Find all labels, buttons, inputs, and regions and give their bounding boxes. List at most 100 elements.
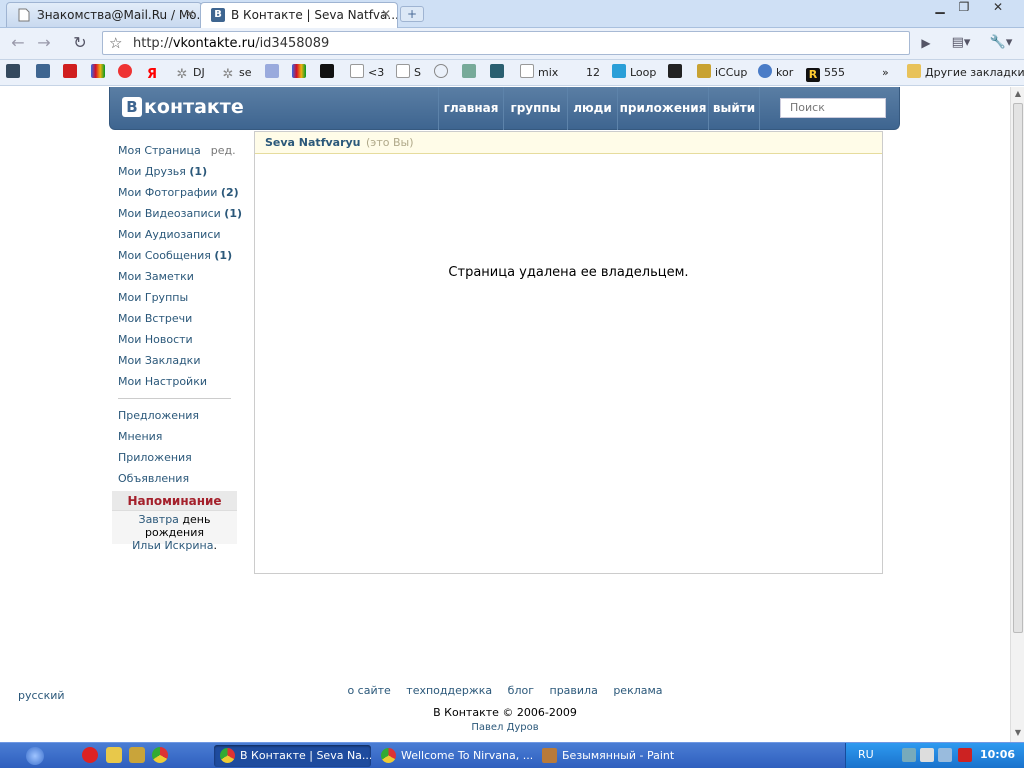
author-link[interactable]: Павел Дуров — [0, 722, 1010, 733]
menu-opinions[interactable]: Мнения — [118, 426, 238, 447]
menu-groups[interactable]: Мои Группы — [118, 287, 238, 308]
reminder-text: Завтра день рождения Ильи Искрина. — [112, 511, 237, 552]
scrollbar-thumb[interactable] — [1013, 103, 1023, 633]
language-link[interactable]: русский — [18, 689, 65, 702]
bookmark-item[interactable] — [36, 64, 54, 82]
go-button[interactable]: ▶ — [914, 32, 938, 54]
url-scheme: http:// — [133, 36, 173, 51]
copyright-text: В Контакте © 2006-2009 — [433, 706, 577, 719]
bookmark-item[interactable]: S — [396, 64, 421, 82]
bookmark-item[interactable] — [320, 64, 338, 82]
nav-groups[interactable]: группы — [503, 87, 567, 130]
search-input[interactable]: Поиск — [780, 98, 886, 118]
scroll-up-icon[interactable]: ▲ — [1013, 89, 1023, 101]
menu-events[interactable]: Мои Встречи — [118, 308, 238, 329]
speaker-icon[interactable] — [920, 748, 934, 762]
bookmark-item[interactable] — [6, 64, 24, 82]
bookmark-item[interactable] — [118, 64, 136, 82]
menu-notes[interactable]: Мои Заметки — [118, 266, 238, 287]
site-logo[interactable]: Вконтакте — [122, 96, 244, 120]
footer-link-rules[interactable]: правила — [550, 684, 598, 697]
torch-icon — [697, 64, 711, 78]
bookmark-item[interactable]: kor — [758, 64, 793, 82]
footer-link-blog[interactable]: блог — [508, 684, 534, 697]
menu-offers[interactable]: Предложения — [118, 405, 238, 426]
bookmark-item[interactable] — [462, 64, 480, 82]
menu-bookmarks[interactable]: Мои Закладки — [118, 350, 238, 371]
menu-messages[interactable]: Мои Сообщения (1) — [118, 245, 238, 266]
tab-vkontakte[interactable]: B В Контакте | Seva Natfva... ✕ — [200, 2, 398, 28]
bookmark-item[interactable]: R 555 — [806, 64, 845, 82]
footer-link-about[interactable]: о сайте — [347, 684, 390, 697]
security-icon[interactable] — [958, 748, 972, 762]
edit-link[interactable]: ред. — [211, 144, 236, 157]
menu-my-page[interactable]: Моя Страница ред. — [118, 140, 238, 161]
chrome-icon[interactable] — [152, 747, 168, 763]
forward-button[interactable]: → — [32, 32, 56, 54]
bookmark-item[interactable]: ✲ DJ — [175, 64, 205, 82]
menu-applications[interactable]: Приложения — [118, 447, 238, 468]
bookmark-item[interactable]: 12 — [586, 64, 600, 82]
bookmark-item[interactable]: Я — [145, 64, 163, 82]
star-icon[interactable]: ☆ — [109, 34, 122, 52]
scroll-down-icon[interactable]: ▼ — [1013, 728, 1023, 740]
puzzle-icon[interactable] — [129, 747, 145, 763]
nav-logout[interactable]: выйти — [708, 87, 760, 130]
footer-link-ads[interactable]: реклама — [613, 684, 662, 697]
bookmark-item[interactable] — [91, 64, 109, 82]
bookmark-item[interactable] — [490, 64, 508, 82]
tools-menu-button[interactable]: 🔧▾ — [986, 32, 1016, 54]
bookmark-item[interactable]: ✲ se — [221, 64, 252, 82]
nav-home[interactable]: главная — [438, 87, 503, 130]
bookmark-item[interactable] — [63, 64, 81, 82]
bookmark-item[interactable] — [292, 64, 310, 82]
back-button[interactable]: ← — [6, 32, 30, 54]
reminder-person-link[interactable]: Ильи Искрина — [132, 539, 213, 552]
gear-icon: ✲ — [222, 67, 234, 82]
menu-videos[interactable]: Мои Видеозаписи (1) — [118, 203, 242, 224]
taskbar-item-paint[interactable]: Безымянный - Paint — [536, 745, 693, 767]
menu-friends[interactable]: Мои Друзья (1) — [118, 161, 238, 182]
reminder-tomorrow-link[interactable]: Завтра — [139, 513, 179, 526]
network-icon[interactable] — [902, 748, 916, 762]
footer-link-support[interactable]: техподдержка — [406, 684, 492, 697]
maximize-button[interactable]: ❐ — [952, 0, 976, 18]
tab-mail[interactable]: Знакомства@Mail.Ru / Мо... ✕ — [6, 2, 202, 27]
close-icon[interactable]: ✕ — [381, 7, 391, 21]
address-bar[interactable]: ☆ http://vkontakte.ru/id3458089 — [102, 31, 910, 55]
bookmark-item[interactable]: iCCup — [697, 64, 747, 82]
bookmark-item[interactable]: <3 — [350, 64, 384, 82]
taskbar-item-chrome-vk[interactable]: В Контакте | Seva Na... — [214, 745, 371, 767]
taskbar-item-chrome-nirvana[interactable]: Wellcome To Nirvana, ... — [375, 745, 532, 767]
wrench-icon: 🔧▾ — [989, 35, 1013, 50]
other-bookmarks-folder[interactable]: Другие закладки — [907, 64, 1024, 82]
site-header: Вконтакте главная группы люди приложения… — [109, 87, 900, 130]
bookmark-item[interactable]: Loop — [612, 64, 656, 82]
page-scrollbar[interactable]: ▲ ▼ — [1010, 87, 1024, 742]
menu-news[interactable]: Мои Новости — [118, 329, 238, 350]
bookmark-item[interactable] — [265, 64, 283, 82]
bookmark-item[interactable]: mix — [520, 64, 558, 82]
menu-settings[interactable]: Мои Настройки — [118, 371, 238, 392]
menu-audio[interactable]: Мои Аудиозаписи — [118, 224, 238, 245]
nav-apps[interactable]: приложения — [617, 87, 708, 130]
monitor-icon[interactable] — [938, 748, 952, 762]
opera-icon[interactable] — [82, 747, 98, 763]
pencil-icon[interactable] — [106, 747, 122, 763]
page-icon — [350, 64, 364, 78]
menu-ads[interactable]: Объявления — [118, 468, 238, 489]
start-button[interactable] — [26, 747, 44, 765]
language-indicator[interactable]: RU — [858, 748, 874, 761]
page-menu-button[interactable]: ▤▾ — [946, 32, 976, 54]
reload-button[interactable]: ↻ — [68, 32, 92, 54]
bookmark-item[interactable] — [668, 64, 686, 82]
vk-icon — [36, 64, 50, 78]
nav-people[interactable]: люди — [567, 87, 617, 130]
minimize-button[interactable]: ▁ — [928, 0, 952, 18]
close-icon[interactable]: ✕ — [185, 7, 195, 21]
bookmark-item[interactable] — [434, 64, 452, 82]
close-window-button[interactable]: ✕ — [986, 0, 1010, 18]
new-tab-button[interactable]: + — [400, 6, 424, 22]
bookmarks-overflow-button[interactable]: » — [882, 64, 889, 82]
menu-photos[interactable]: Мои Фотографии (2) — [118, 182, 239, 203]
